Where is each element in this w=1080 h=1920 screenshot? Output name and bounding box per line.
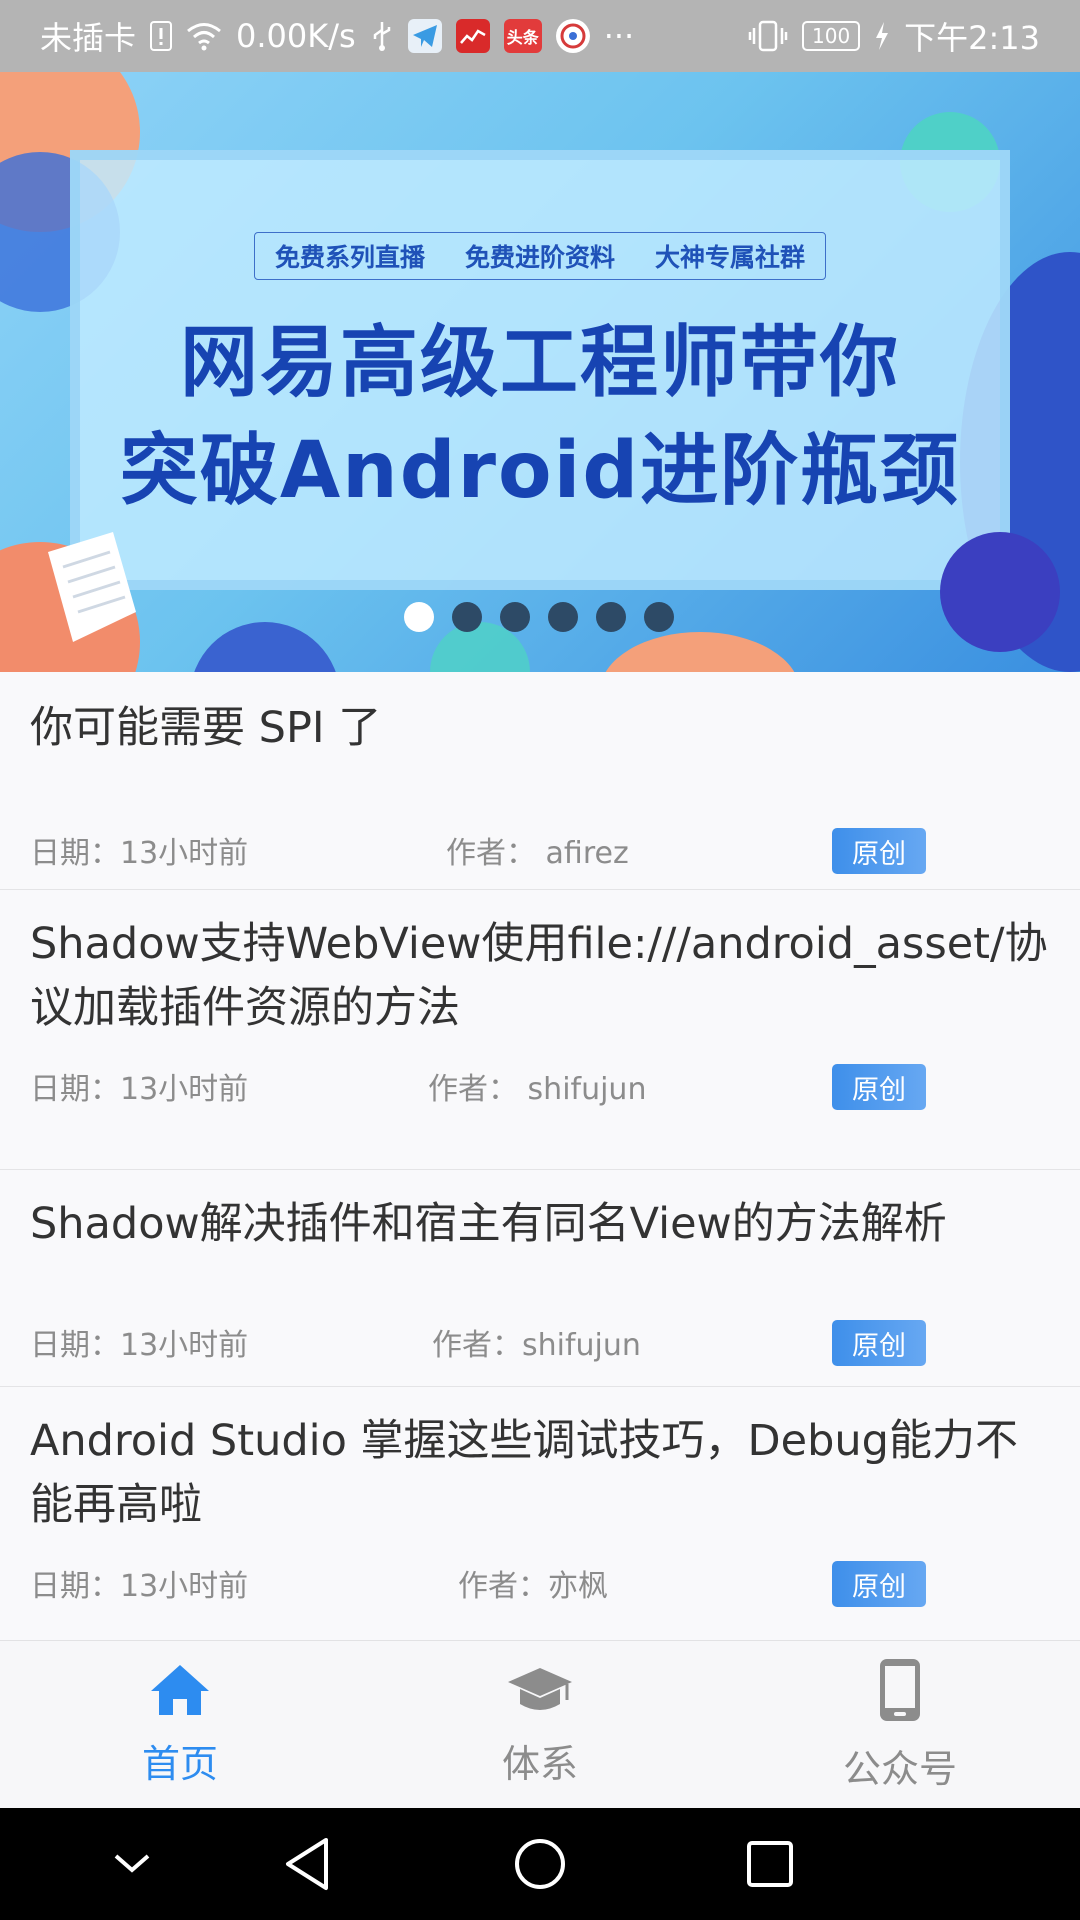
date-value: 13小时前 [120,1569,249,1604]
tagline-item: 免费系列直播 [274,243,425,272]
date-value: 13小时前 [120,1328,249,1363]
article-author: 作者：shifujun [432,1320,641,1364]
home-nav-icon[interactable] [512,1836,568,1896]
app-screen: 未插卡 0.00K/s 头条 ··· 100 下午2:13 免费系列直播 免费进… [0,0,1080,1920]
telegram-app-icon [407,19,442,53]
pagination-dot[interactable] [500,602,530,632]
tab-label: 首页 [141,1742,218,1786]
decor-blob [190,622,340,672]
back-icon[interactable] [282,1836,332,1896]
pagination-dot[interactable] [452,602,482,632]
article-author: 作者：亦枫 [458,1561,608,1605]
charging-icon [874,21,890,51]
article-item[interactable]: Android Studio 掌握这些调试技巧，Debug能力不能再高啦 日期：… [0,1387,1080,1640]
decor-blob [600,632,800,672]
article-author: 作者： afirez [446,828,629,872]
pagination-dot[interactable] [548,602,578,632]
article-item[interactable]: Shadow支持WebView使用file:///android_asset/协… [0,890,1080,1170]
author-name: afirez [545,836,629,871]
author-label: 作者： [446,836,536,871]
pagination-dot[interactable] [644,602,674,632]
tab-system[interactable]: 体系 [360,1641,720,1809]
date-value: 13小时前 [120,1072,249,1107]
article-title: Shadow支持WebView使用file:///android_asset/协… [30,919,1048,1033]
article-date: 日期：13小时前 [30,1064,248,1108]
original-tag: 原创 [832,828,926,874]
paper-illustration [48,532,136,642]
more-notifications-icon: ··· [603,17,635,55]
stock-app-icon [455,19,490,53]
usb-icon [370,20,394,52]
date-label: 日期： [30,1072,120,1107]
toutiao-app-icon: 头条 [503,19,542,53]
hide-keyboard-icon[interactable] [108,1844,156,1888]
article-meta: 日期：13小时前 作者： afirez 原创 [0,828,1080,874]
tab-label: 体系 [501,1742,578,1786]
date-label: 日期： [30,836,120,871]
author-label: 作者： [458,1569,548,1604]
tab-home[interactable]: 首页 [0,1641,360,1809]
author-name: 亦枫 [548,1569,608,1604]
clock-text: 下午2:13 [904,19,1040,57]
author-name: shifujun [522,1328,641,1363]
vibrate-icon [748,20,788,52]
author-label: 作者： [432,1328,522,1363]
tab-official-accounts[interactable]: 公众号 [720,1641,1080,1809]
article-date: 日期：13小时前 [30,828,248,872]
tab-label: 公众号 [842,1747,957,1791]
date-value: 13小时前 [120,836,249,871]
sim-alert-icon [150,21,173,51]
article-meta: 日期：13小时前 作者： shifujun 原创 [0,1064,1080,1110]
article-date: 日期：13小时前 [30,1320,248,1364]
banner-tagline: 免费系列直播 免费进阶资料 大神专属社群 [254,232,826,280]
article-date: 日期：13小时前 [30,1561,248,1605]
browser-app-icon [555,19,590,53]
article-meta: 日期：13小时前 作者：shifujun 原创 [0,1320,1080,1366]
date-label: 日期： [30,1569,120,1604]
decor-blob [940,532,1060,652]
banner-title-line2: 突破Android进阶瓶颈 [119,426,961,516]
bottom-tab-bar: 首页 体系 公众号 [0,1640,1080,1808]
article-title: Shadow解决插件和宿主有同名View的方法解析 [30,1199,947,1249]
status-right: 100 下午2:13 [748,13,1040,59]
banner-pagination [404,602,674,632]
article-title: 你可能需要 SPI 了 [30,703,382,753]
recents-icon[interactable] [746,1840,794,1892]
home-icon [148,1662,212,1727]
pagination-dot[interactable] [596,602,626,632]
battery-indicator: 100 [802,21,861,51]
original-tag: 原创 [832,1320,926,1366]
article-author: 作者： shifujun [428,1064,646,1108]
article-meta: 日期：13小时前 作者：亦枫 原创 [0,1561,1080,1607]
article-list[interactable]: 你可能需要 SPI 了 日期：13小时前 作者： afirez 原创 Shado… [0,672,1080,1640]
original-tag: 原创 [832,1064,926,1110]
tagline-item: 免费进阶资料 [464,243,615,272]
graduation-cap-icon [505,1662,575,1727]
author-name: shifujun [527,1072,647,1107]
status-bar: 未插卡 0.00K/s 头条 ··· 100 下午2:13 [0,0,1080,72]
wifi-icon [186,21,222,51]
phone-icon [876,1657,924,1732]
net-speed-text: 0.00K/s [236,17,356,55]
tagline-item: 大神专属社群 [654,243,805,272]
original-tag: 原创 [832,1561,926,1607]
article-title: Android Studio 掌握这些调试技巧，Debug能力不能再高啦 [30,1416,1018,1530]
status-left: 未插卡 0.00K/s 头条 ··· [40,13,634,59]
system-navigation-bar [0,1808,1080,1920]
pagination-dot[interactable] [404,602,434,632]
banner-title-line1: 网易高级工程师带你 [179,318,900,408]
carrier-text: 未插卡 [40,19,137,57]
article-item[interactable]: 你可能需要 SPI 了 日期：13小时前 作者： afirez 原创 [0,672,1080,890]
date-label: 日期： [30,1328,120,1363]
promo-banner[interactable]: 免费系列直播 免费进阶资料 大神专属社群 网易高级工程师带你 突破Android… [0,72,1080,672]
article-item[interactable]: Shadow解决插件和宿主有同名View的方法解析 日期：13小时前 作者：sh… [0,1170,1080,1387]
author-label: 作者： [428,1072,518,1107]
